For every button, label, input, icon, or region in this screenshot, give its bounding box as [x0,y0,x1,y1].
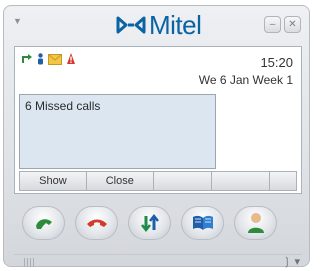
hangup-button[interactable] [75,206,118,240]
contact-button[interactable] [234,206,277,240]
answer-call-button[interactable] [22,206,65,240]
clock-time: 15:20 [260,55,293,70]
status-menu[interactable]: ❳ ▾ [282,255,300,268]
alert-icon [67,53,75,64]
phone-hangup-icon [86,219,107,227]
softkey-bar: Show Close [19,171,297,191]
contacts-icon [38,53,43,65]
clock-date: We 6 Jan Week 1 [198,73,293,87]
softkey-5[interactable] [270,172,296,190]
mitel-client-window: ▼ Mitel – ✕ 15:20 We 6 Jan Week 1 6 Miss… [3,5,310,269]
softkey-4[interactable] [212,172,271,190]
book-icon [192,215,213,230]
resize-grip-icon[interactable] [24,258,36,267]
softkey-close[interactable]: Close [87,172,154,190]
status-icons [21,53,76,65]
logo-text: Mitel [149,10,202,40]
phone-display: 15:20 We 6 Jan Week 1 6 Missed calls Sho… [14,46,302,194]
missed-calls-message[interactable]: 6 Missed calls [25,99,100,113]
mitel-logo-mark-icon [116,16,146,34]
transfer-icon [140,213,159,233]
dropdown-arrow-icon[interactable]: ▼ [13,16,22,26]
person-icon [247,213,264,233]
phone-pickup-icon [35,219,52,229]
minimize-button[interactable]: – [264,16,281,33]
softkey-show[interactable]: Show [20,172,87,190]
phone-button-row [22,206,277,240]
transfer-button[interactable] [128,206,171,240]
mitel-logo: Mitel [116,10,202,40]
close-window-button[interactable]: ✕ [284,16,301,33]
message-list[interactable]: 6 Missed calls [19,94,216,169]
status-bar: ❳ ▾ [14,254,302,269]
phonebook-button[interactable] [181,206,224,240]
voicemail-icon [48,53,62,65]
softkey-3[interactable] [154,172,212,190]
forward-call-icon [22,54,32,63]
title-bar[interactable]: ▼ Mitel – ✕ [4,6,309,42]
